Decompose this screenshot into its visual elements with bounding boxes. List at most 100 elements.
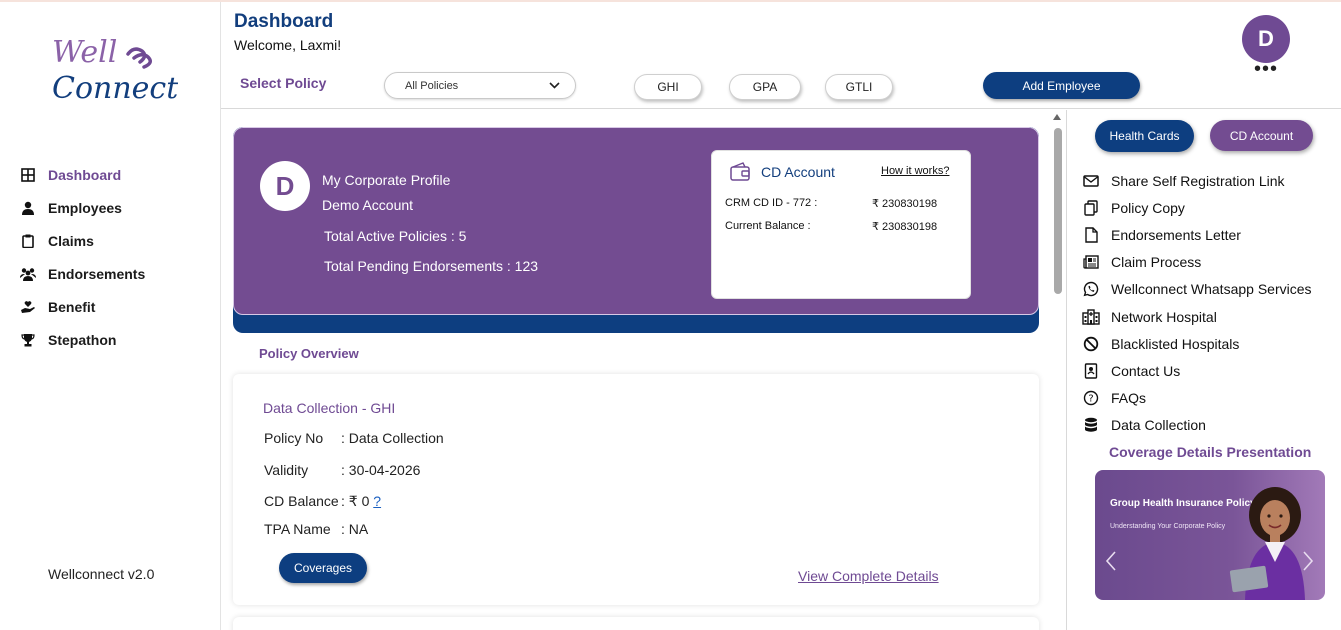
- policy-no-value: : Data Collection: [341, 430, 444, 446]
- link-network-hospital[interactable]: Network Hospital: [1082, 303, 1312, 330]
- sidebar-item-label: Benefit: [48, 298, 96, 315]
- link-label: Wellconnect Whatsapp Services: [1111, 281, 1312, 298]
- scroll-thumb[interactable]: [1054, 128, 1062, 294]
- whatsapp-icon: [1082, 280, 1100, 298]
- crm-cd-id-label: CRM CD ID - 772 :: [725, 197, 818, 209]
- carousel-next-icon[interactable]: [1302, 550, 1314, 577]
- profile-card-body: D My Corporate Profile Demo Account Tota…: [233, 127, 1039, 315]
- link-label: Data Collection: [1111, 417, 1206, 434]
- cd-balance-label: CD Balance: [264, 493, 339, 509]
- link-endorsements-letter[interactable]: Endorsements Letter: [1082, 221, 1312, 248]
- ban-icon: [1082, 335, 1100, 353]
- chevron-down-icon: [548, 79, 561, 95]
- policy-card-next: [233, 617, 1039, 630]
- link-data-collection[interactable]: Data Collection: [1082, 412, 1312, 439]
- health-cards-button[interactable]: Health Cards: [1095, 120, 1194, 152]
- wallet-icon: [729, 160, 751, 187]
- trophy-icon: [20, 332, 36, 348]
- profile-account-name: Demo Account: [322, 197, 414, 213]
- main-scrollbar[interactable]: [1051, 112, 1064, 630]
- add-employee-button[interactable]: Add Employee: [983, 72, 1140, 99]
- link-label: Share Self Registration Link: [1111, 172, 1285, 189]
- sidebar-item-employees[interactable]: Employees: [20, 191, 145, 224]
- policy-select[interactable]: All Policies: [384, 72, 576, 99]
- policy-overview-title: Policy Overview: [259, 346, 359, 361]
- database-icon: [1082, 416, 1100, 434]
- tpa-name-label: TPA Name: [264, 521, 331, 537]
- hand-heart-icon: [20, 299, 36, 315]
- total-active-policies: Total Active Policies : 5: [324, 228, 467, 244]
- link-whatsapp-services[interactable]: Wellconnect Whatsapp Services: [1082, 276, 1312, 303]
- view-complete-details-link[interactable]: View Complete Details: [798, 568, 939, 584]
- sidebar-item-dashboard[interactable]: Dashboard: [20, 158, 145, 191]
- wellconnect-logo[interactable]: Well Connect: [48, 34, 178, 106]
- cd-balance-value: : ₹ 0: [341, 493, 370, 509]
- policy-card-title: Data Collection - GHI: [263, 400, 396, 416]
- coverages-button[interactable]: Coverages: [279, 553, 367, 583]
- scroll-up-arrow-icon[interactable]: [1053, 114, 1061, 120]
- sidebar-item-endorsements[interactable]: Endorsements: [20, 257, 145, 290]
- carousel-prev-icon[interactable]: [1105, 550, 1117, 577]
- crm-cd-id-value: ₹ 230830198: [872, 198, 938, 210]
- clipboard-icon: [20, 233, 36, 249]
- cd-balance-help-link[interactable]: ?: [373, 493, 381, 509]
- cd-account-box: CD Account How it works? CRM CD ID - 772…: [711, 150, 971, 299]
- sidebar-item-stepathon[interactable]: Stepathon: [20, 323, 145, 356]
- link-faqs[interactable]: ? FAQs: [1082, 385, 1312, 412]
- main-content: D My Corporate Profile Demo Account Tota…: [221, 110, 1051, 630]
- document-icon: [1082, 226, 1100, 244]
- more-menu-icon[interactable]: •••: [1254, 59, 1278, 79]
- header: Dashboard Welcome, Laxmi! Select Policy …: [221, 2, 1341, 109]
- link-label: Contact Us: [1111, 362, 1181, 379]
- cd-balance-value-row: : ₹ 0 ?: [341, 493, 381, 510]
- coverage-presentation-carousel[interactable]: Group Health Insurance Policy Understand…: [1095, 470, 1325, 600]
- svg-text:?: ?: [1088, 394, 1093, 405]
- validity-label: Validity: [264, 462, 309, 478]
- question-icon: ?: [1082, 389, 1100, 407]
- logo-word-well: Well: [52, 35, 117, 70]
- sidebar-item-claims[interactable]: Claims: [20, 224, 145, 257]
- filter-pill-gtli[interactable]: GTLI: [825, 74, 893, 100]
- hospital-icon: [1082, 308, 1100, 326]
- presenter-illustration: [1229, 487, 1305, 600]
- sidebar-nav: Dashboard Employees Claims Endorsements …: [20, 158, 145, 356]
- sidebar-item-benefit[interactable]: Benefit: [20, 290, 145, 323]
- person-icon: [20, 200, 36, 216]
- profile-avatar: D: [260, 161, 310, 211]
- current-balance-value: ₹ 230830198: [872, 221, 938, 233]
- link-policy-copy[interactable]: Policy Copy: [1082, 194, 1312, 221]
- logo-word-connect: Connect: [52, 71, 178, 106]
- link-label: Policy Copy: [1111, 199, 1185, 216]
- newspaper-icon: [1082, 253, 1100, 271]
- filter-pill-gpa[interactable]: GPA: [729, 74, 801, 100]
- panel-divider: [1066, 110, 1067, 630]
- sidebar: Well Connect Dashboard Employees Claims: [0, 2, 221, 630]
- link-contact-us[interactable]: Contact Us: [1082, 357, 1312, 384]
- link-blacklisted-hospitals[interactable]: Blacklisted Hospitals: [1082, 330, 1312, 357]
- select-policy-label: Select Policy: [240, 75, 327, 91]
- policy-no-label: Policy No: [264, 430, 324, 446]
- link-label: FAQs: [1111, 390, 1147, 407]
- filter-pill-ghi[interactable]: GHI: [634, 74, 702, 100]
- policy-select-value: All Policies: [405, 79, 459, 92]
- corporate-profile-card: D My Corporate Profile Demo Account Tota…: [233, 127, 1039, 333]
- page-title: Dashboard: [234, 11, 334, 32]
- link-label: Network Hospital: [1111, 308, 1217, 325]
- link-claim-process[interactable]: Claim Process: [1082, 249, 1312, 276]
- welcome-message: Welcome, Laxmi!: [234, 37, 342, 53]
- how-it-works-link[interactable]: How it works?: [881, 165, 949, 177]
- app-version: Wellconnect v2.0: [48, 566, 155, 582]
- link-share-self-registration[interactable]: Share Self Registration Link: [1082, 167, 1312, 194]
- copy-icon: [1082, 199, 1100, 217]
- profile-title: My Corporate Profile: [322, 172, 451, 188]
- current-balance-label: Current Balance :: [725, 220, 811, 232]
- user-avatar[interactable]: D: [1242, 15, 1290, 63]
- cd-account-button[interactable]: CD Account: [1210, 120, 1313, 151]
- tpa-name-value: : NA: [341, 521, 369, 537]
- sidebar-item-label: Dashboard: [48, 166, 122, 183]
- link-label: Endorsements Letter: [1111, 226, 1241, 243]
- banner-subtitle: Understanding Your Corporate Policy: [1110, 523, 1226, 530]
- link-label: Claim Process: [1111, 254, 1202, 271]
- coverage-details-title: Coverage Details Presentation: [1109, 444, 1312, 460]
- total-pending-endorsements: Total Pending Endorsements : 123: [324, 258, 539, 274]
